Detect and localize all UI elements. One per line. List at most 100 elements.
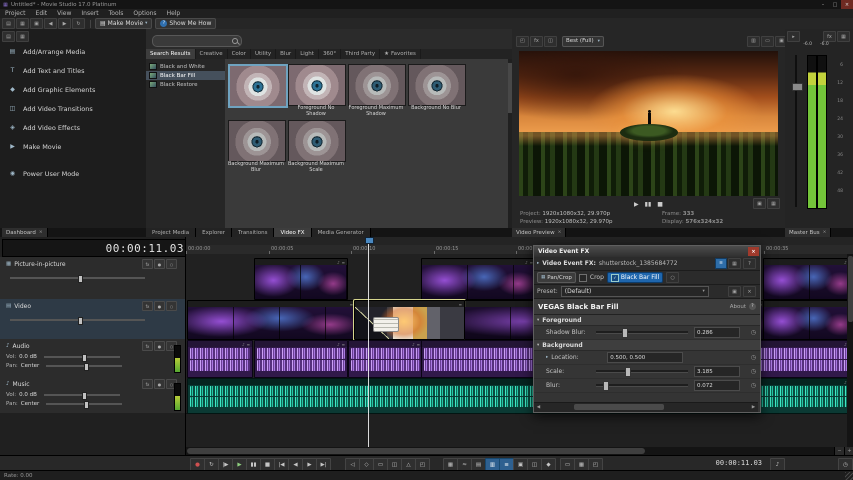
master-settings-icon[interactable]: ▦ — [837, 31, 850, 42]
tab-utility[interactable]: Utility — [251, 49, 276, 59]
vertical-scrollbar[interactable] — [847, 254, 853, 447]
tab-favorites[interactable]: ★ Favorites — [380, 49, 421, 59]
pan-crop-button[interactable]: ▦ Pan/Crop — [537, 272, 576, 283]
tab-video-fx[interactable]: Video FX — [274, 228, 311, 237]
sidebar-item-add-media[interactable]: ▤ Add/Arrange Media — [0, 42, 146, 61]
preset-thumbnail[interactable] — [288, 64, 346, 106]
grid-panel-icon[interactable]: ▦ — [16, 31, 29, 42]
preview-copy-frame-icon[interactable]: ▣ — [753, 198, 766, 209]
track-header-music[interactable]: ♪ Music fx ● ○ Vol:0.0 dB Pan:Center — [0, 377, 185, 414]
pan-slider[interactable] — [46, 403, 122, 405]
menu-tools[interactable]: Tools — [104, 9, 129, 18]
tab-media-generator[interactable]: Media Generator — [312, 228, 371, 237]
scrollbar-thumb[interactable] — [574, 404, 664, 410]
plugin-help-icon[interactable]: ? — [749, 303, 756, 310]
tab-360[interactable]: 360° — [319, 49, 341, 59]
maximize-button[interactable]: □ — [829, 0, 841, 9]
make-movie-button[interactable]: ▤ Make Movie ▾ — [95, 18, 152, 29]
preview-fx-icon[interactable]: fx — [530, 36, 543, 47]
tab-third-party[interactable]: Third Party — [341, 49, 380, 59]
preview-external-monitor-icon[interactable]: ▭ — [761, 36, 774, 47]
audio-clip[interactable]: ♪≡ — [254, 340, 348, 378]
menu-help[interactable]: Help — [162, 9, 186, 18]
audio-clip[interactable]: ♪≡ — [187, 340, 253, 378]
tab-dashboard[interactable]: Dashboard × — [2, 228, 48, 237]
tab-master-bus[interactable]: Master Bus × — [785, 228, 831, 237]
track-mute-button[interactable]: ● — [154, 301, 165, 311]
track-header-audio[interactable]: ♪ Audio fx ● ○ Vol:0.0 dB Pan:Center — [0, 339, 185, 378]
pip-clip[interactable]: ♪≡ — [254, 258, 348, 300]
fx-chain-icon[interactable]: ≡ — [715, 258, 727, 269]
tab-explorer[interactable]: Explorer — [196, 228, 232, 237]
scroll-right-icon[interactable]: ▶ — [749, 403, 758, 411]
preset-thumbnail-default[interactable] — [228, 64, 288, 108]
track-solo-button[interactable]: ○ — [166, 301, 177, 311]
fx-list-item-black-and-white[interactable]: Black and White — [146, 62, 225, 71]
track-header-video[interactable]: ▤ Video fx ● ○ — [0, 299, 185, 340]
video-clip[interactable]: ≡ — [763, 300, 853, 340]
track-header-pip[interactable]: ▦ Picture-in-picture fx ● ○ — [0, 257, 185, 300]
timeline-timecode-display[interactable]: 00:00:11.03 — [2, 239, 191, 257]
master-fader[interactable] — [792, 55, 801, 207]
fx-window-titlebar[interactable]: Video Event FX × — [534, 246, 760, 257]
section-background[interactable]: ▾ Background — [534, 340, 760, 351]
tab-project-media[interactable]: Project Media — [146, 228, 196, 237]
volume-slider[interactable] — [44, 356, 120, 358]
animate-icon[interactable]: ◷ — [751, 368, 756, 375]
audio-clip[interactable]: ♪≡ — [348, 340, 423, 378]
shadow-blur-slider[interactable] — [596, 331, 688, 334]
preview-project-video-icon[interactable]: ◰ — [516, 36, 529, 47]
param-value[interactable]: 3.185 — [694, 366, 740, 377]
preview-pause-button[interactable]: ▮▮ — [645, 201, 652, 208]
track-fx-button[interactable]: fx — [142, 341, 153, 351]
video-clip-selected[interactable]: ≡ — [354, 300, 465, 340]
volume-slider[interactable] — [44, 394, 120, 396]
section-foreground[interactable]: ▾ Foreground — [534, 315, 760, 326]
video-event-fx-window[interactable]: Video Event FX × ▸ Video Event FX: shutt… — [533, 245, 761, 413]
tab-search-results[interactable]: Search Results — [146, 49, 196, 59]
menu-view[interactable]: View — [52, 9, 76, 18]
plugin-enabled-checkbox[interactable]: ✓ — [611, 274, 619, 282]
pip-clip[interactable]: ♪≡ — [763, 258, 853, 300]
param-value[interactable]: 0.286 — [694, 327, 740, 338]
track-mute-button[interactable]: ● — [154, 259, 165, 269]
sidebar-item-add-graphics[interactable]: ◆ Add Graphic Elements — [0, 80, 146, 99]
menu-options[interactable]: Options — [128, 9, 161, 18]
black-bar-fill-chip[interactable]: ✓ Black Bar Fill — [607, 272, 663, 283]
fader-thumb[interactable] — [792, 83, 803, 91]
tab-light[interactable]: Light — [296, 49, 319, 59]
preset-thumbnail[interactable] — [348, 64, 406, 106]
minimize-button[interactable]: – — [817, 0, 829, 9]
save-button[interactable]: ▣ — [30, 18, 43, 29]
preset-select[interactable]: (Default) ▾ — [561, 286, 709, 297]
zoom-out-button[interactable]: − — [834, 447, 844, 455]
preset-thumbnail[interactable] — [288, 120, 346, 162]
preset-thumbnail[interactable] — [228, 120, 286, 162]
close-icon[interactable]: × — [823, 230, 827, 235]
master-fx-icon[interactable]: fx — [823, 31, 836, 42]
track-level-slider[interactable] — [10, 277, 145, 279]
preview-stop-button[interactable]: ■ — [657, 201, 663, 208]
fx-list-item-black-bar-fill[interactable]: Black Bar Fill — [146, 71, 225, 80]
preview-split-icon[interactable]: ◫ — [544, 36, 557, 47]
sidebar-item-add-effects[interactable]: ◈ Add Video Effects — [0, 118, 146, 137]
remove-plugin-icon[interactable]: ○ — [666, 272, 679, 283]
fx-layout-icon[interactable]: ▦ — [728, 258, 741, 269]
track-solo-button[interactable]: ○ — [166, 259, 177, 269]
zoom-in-button[interactable]: + — [844, 447, 853, 455]
open-button[interactable]: ▦ — [16, 18, 29, 29]
crop-checkbox[interactable] — [579, 274, 587, 282]
playhead-handle[interactable] — [365, 237, 374, 244]
animate-icon[interactable]: ◷ — [751, 329, 756, 336]
show-me-how-button[interactable]: ? Show Me How — [155, 18, 216, 29]
menu-project[interactable]: Project — [0, 9, 31, 18]
close-icon[interactable]: × — [39, 230, 43, 235]
tab-creative[interactable]: Creative — [196, 49, 228, 59]
scroll-left-icon[interactable]: ◀ — [534, 403, 543, 411]
sidebar-item-add-text[interactable]: T Add Text and Titles — [0, 61, 146, 80]
tab-color[interactable]: Color — [228, 49, 251, 59]
about-link[interactable]: About — [730, 304, 746, 310]
undo-button[interactable]: ◀ — [44, 18, 57, 29]
track-mute-button[interactable]: ● — [154, 341, 165, 351]
video-clip[interactable]: ≡ — [187, 300, 356, 340]
